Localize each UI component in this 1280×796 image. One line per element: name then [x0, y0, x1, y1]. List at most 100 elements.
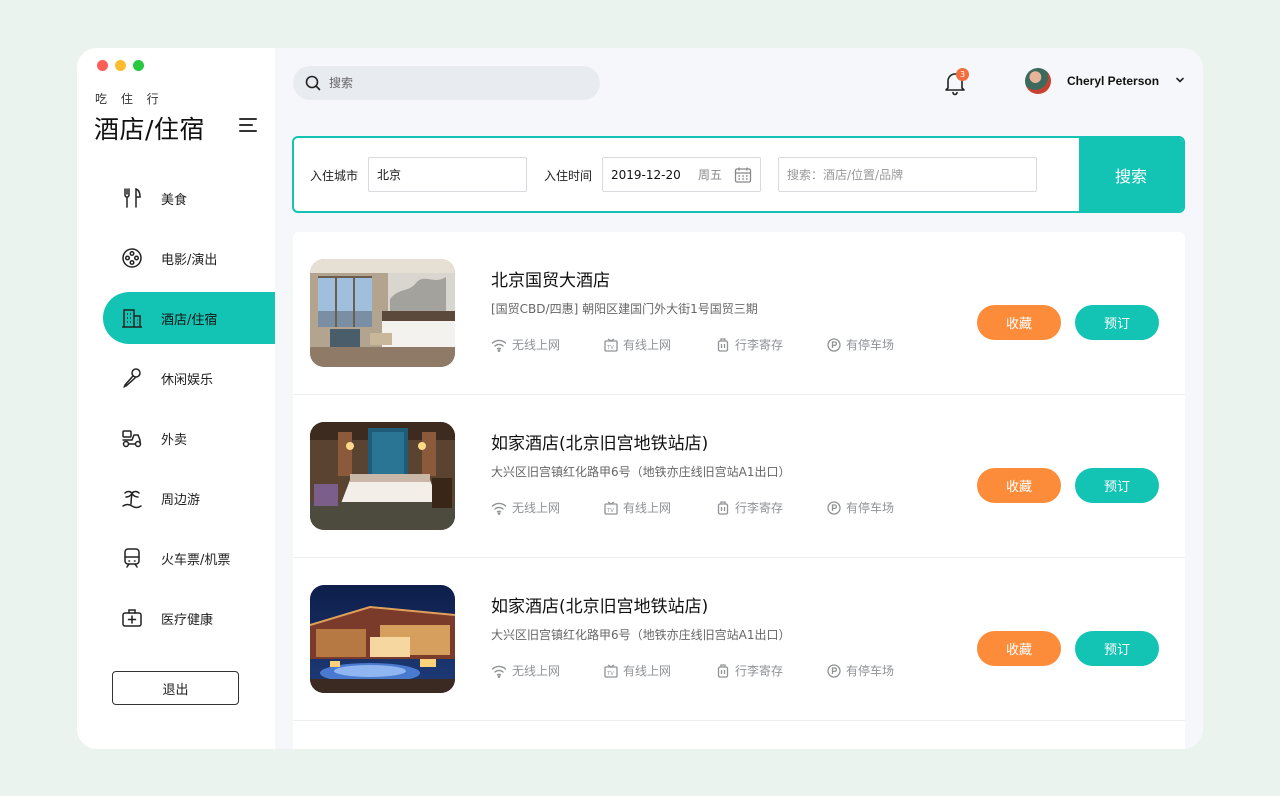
date-field[interactable]: 2019-12-20 周五 [602, 157, 761, 192]
sidebar-item-label: 休闲娱乐 [161, 372, 214, 388]
search-filter-bar: 入住城市 入住时间 2019-12-20 周五 搜索 [292, 136, 1185, 213]
hotel-address: 大兴区旧宫镇红化路甲6号（地铁亦庄线旧宫站A1出口） [491, 628, 791, 642]
amenity-wifi: 无线上网 [491, 499, 560, 516]
hotel-address: 大兴区旧宫镇红化路甲6号（地铁亦庄线旧宫站A1出口） [491, 465, 791, 479]
hotel-photo[interactable] [310, 259, 455, 367]
sidebar-item-label: 电影/演出 [161, 252, 218, 268]
favorite-button[interactable]: 收藏 [977, 305, 1061, 340]
svg-text:TV: TV [606, 345, 614, 351]
svg-text:TV: TV [606, 671, 614, 677]
user-name[interactable]: Cheryl Peterson [1067, 74, 1159, 88]
chevron-down-icon[interactable] [1174, 74, 1186, 86]
sidebar-nav: 美食 电影/演出 酒店/住宿 休闲娱乐 外卖 周边游 火车票/机票 医疗健康 [103, 172, 275, 652]
parking-icon [827, 500, 841, 515]
sidebar-item-label: 周边游 [161, 492, 201, 508]
amenity-parking: 有停车场 [827, 336, 894, 353]
amenity-wired: TV 有线上网 [604, 662, 671, 679]
sidebar-item-label: 外卖 [161, 432, 188, 448]
amenity-luggage: 行李寄存 [716, 499, 783, 516]
calendar-icon[interactable] [734, 166, 752, 184]
amenity-wifi: 无线上网 [491, 662, 560, 679]
city-field[interactable] [368, 157, 527, 192]
scooter-icon [121, 427, 143, 449]
luggage-icon [717, 663, 729, 678]
tv-icon: TV [604, 500, 618, 515]
sidebar-item-label: 酒店/住宿 [161, 312, 218, 328]
film-reel-icon [121, 247, 143, 269]
book-button[interactable]: 预订 [1075, 305, 1159, 340]
sidebar-item-label: 火车票/机票 [161, 552, 231, 568]
minimize-window-button[interactable] [115, 60, 126, 71]
search-input[interactable] [329, 76, 569, 90]
sidebar-item-hotel[interactable]: 酒店/住宿 [103, 292, 275, 344]
tv-icon: TV [604, 663, 618, 678]
global-search [293, 66, 600, 100]
medkit-icon [121, 607, 143, 629]
wifi-icon [491, 665, 507, 678]
building-icon [121, 307, 143, 329]
hotel-photo[interactable] [310, 422, 455, 530]
svg-text:TV: TV [606, 508, 614, 514]
amenity-parking: 有停车场 [827, 499, 894, 516]
sidebar-item-movies[interactable]: 电影/演出 [103, 232, 275, 284]
amenity-wired: TV 有线上网 [604, 336, 671, 353]
hotel-name[interactable]: 如家酒店(北京旧宫地铁站店) [491, 429, 708, 454]
favorite-button[interactable]: 收藏 [977, 631, 1061, 666]
avatar[interactable] [1025, 68, 1051, 94]
wifi-icon [491, 339, 507, 352]
logout-button[interactable]: 退出 [112, 671, 239, 705]
maximize-window-button[interactable] [133, 60, 144, 71]
wifi-icon [491, 502, 507, 515]
sidebar-item-label: 医疗健康 [161, 612, 214, 628]
amenity-luggage: 行李寄存 [716, 662, 783, 679]
favorite-button[interactable]: 收藏 [977, 468, 1061, 503]
book-button[interactable]: 预订 [1075, 631, 1159, 666]
sidebar-item-label: 美食 [161, 192, 188, 208]
utensils-icon [121, 187, 143, 209]
sidebar-item-takeout[interactable]: 外卖 [103, 412, 275, 464]
hotel-name[interactable]: 如家酒店(北京旧宫地铁站店) [491, 592, 708, 617]
hotel-photo[interactable] [310, 585, 455, 693]
microphone-icon [121, 367, 143, 389]
hotel-list: 北京国贸大酒店 [国贸CBD/四惠] 朝阳区建国门外大街1号国贸三期 无线上网 … [293, 232, 1185, 749]
window-controls [97, 60, 144, 71]
sidebar-item-health[interactable]: 医疗健康 [103, 592, 275, 644]
train-icon [121, 547, 143, 569]
menu-toggle-icon[interactable] [239, 118, 259, 134]
hotel-name[interactable]: 北京国贸大酒店 [491, 266, 610, 291]
city-label: 入住城市 [310, 169, 359, 183]
sidebar-item-tour[interactable]: 周边游 [103, 472, 275, 524]
parking-icon [827, 337, 841, 352]
sidebar: 吃 住 行 酒店/住宿 美食 电影/演出 酒店/住宿 休闲娱乐 外卖 周边游 火… [77, 48, 275, 749]
amenity-luggage: 行李寄存 [716, 336, 783, 353]
amenity-wired: TV 有线上网 [604, 499, 671, 516]
hotel-address: [国贸CBD/四惠] 朝阳区建国门外大街1号国贸三期 [491, 302, 758, 316]
luggage-icon [717, 500, 729, 515]
luggage-icon [717, 337, 729, 352]
hotel-card[interactable]: 如家酒店(北京旧宫地铁站店) 大兴区旧宫镇红化路甲6号（地铁亦庄线旧宫站A1出口… [293, 558, 1185, 721]
date-value: 2019-12-20 [611, 167, 681, 182]
keyword-input[interactable] [787, 167, 1036, 182]
hotel-card[interactable]: 如家酒店(北京旧宫地铁站店) 大兴区旧宫镇红化路甲6号（地铁亦庄线旧宫站A1出口… [293, 395, 1185, 558]
parking-icon [827, 663, 841, 678]
close-window-button[interactable] [97, 60, 108, 71]
hotel-card[interactable]: 北京国贸大酒店 [国贸CBD/四惠] 朝阳区建国门外大街1号国贸三期 无线上网 … [293, 232, 1185, 395]
sidebar-item-entertainment[interactable]: 休闲娱乐 [103, 352, 275, 404]
search-icon [305, 75, 321, 91]
amenity-parking: 有停车场 [827, 662, 894, 679]
notification-badge: 3 [956, 68, 969, 81]
search-button[interactable]: 搜索 [1079, 138, 1183, 211]
brand-subtitle: 吃 住 行 [95, 92, 164, 106]
date-label: 入住时间 [544, 169, 593, 183]
app-window: 吃 住 行 酒店/住宿 美食 电影/演出 酒店/住宿 休闲娱乐 外卖 周边游 火… [77, 48, 1203, 749]
tv-icon: TV [604, 337, 618, 352]
sidebar-item-food[interactable]: 美食 [103, 172, 275, 224]
amenity-wifi: 无线上网 [491, 336, 560, 353]
book-button[interactable]: 预订 [1075, 468, 1159, 503]
page-title: 酒店/住宿 [94, 115, 205, 144]
weekday: 周五 [697, 168, 722, 182]
island-icon [121, 487, 143, 509]
sidebar-item-tickets[interactable]: 火车票/机票 [103, 532, 275, 584]
keyword-field[interactable] [778, 157, 1037, 192]
city-input[interactable] [377, 167, 526, 182]
